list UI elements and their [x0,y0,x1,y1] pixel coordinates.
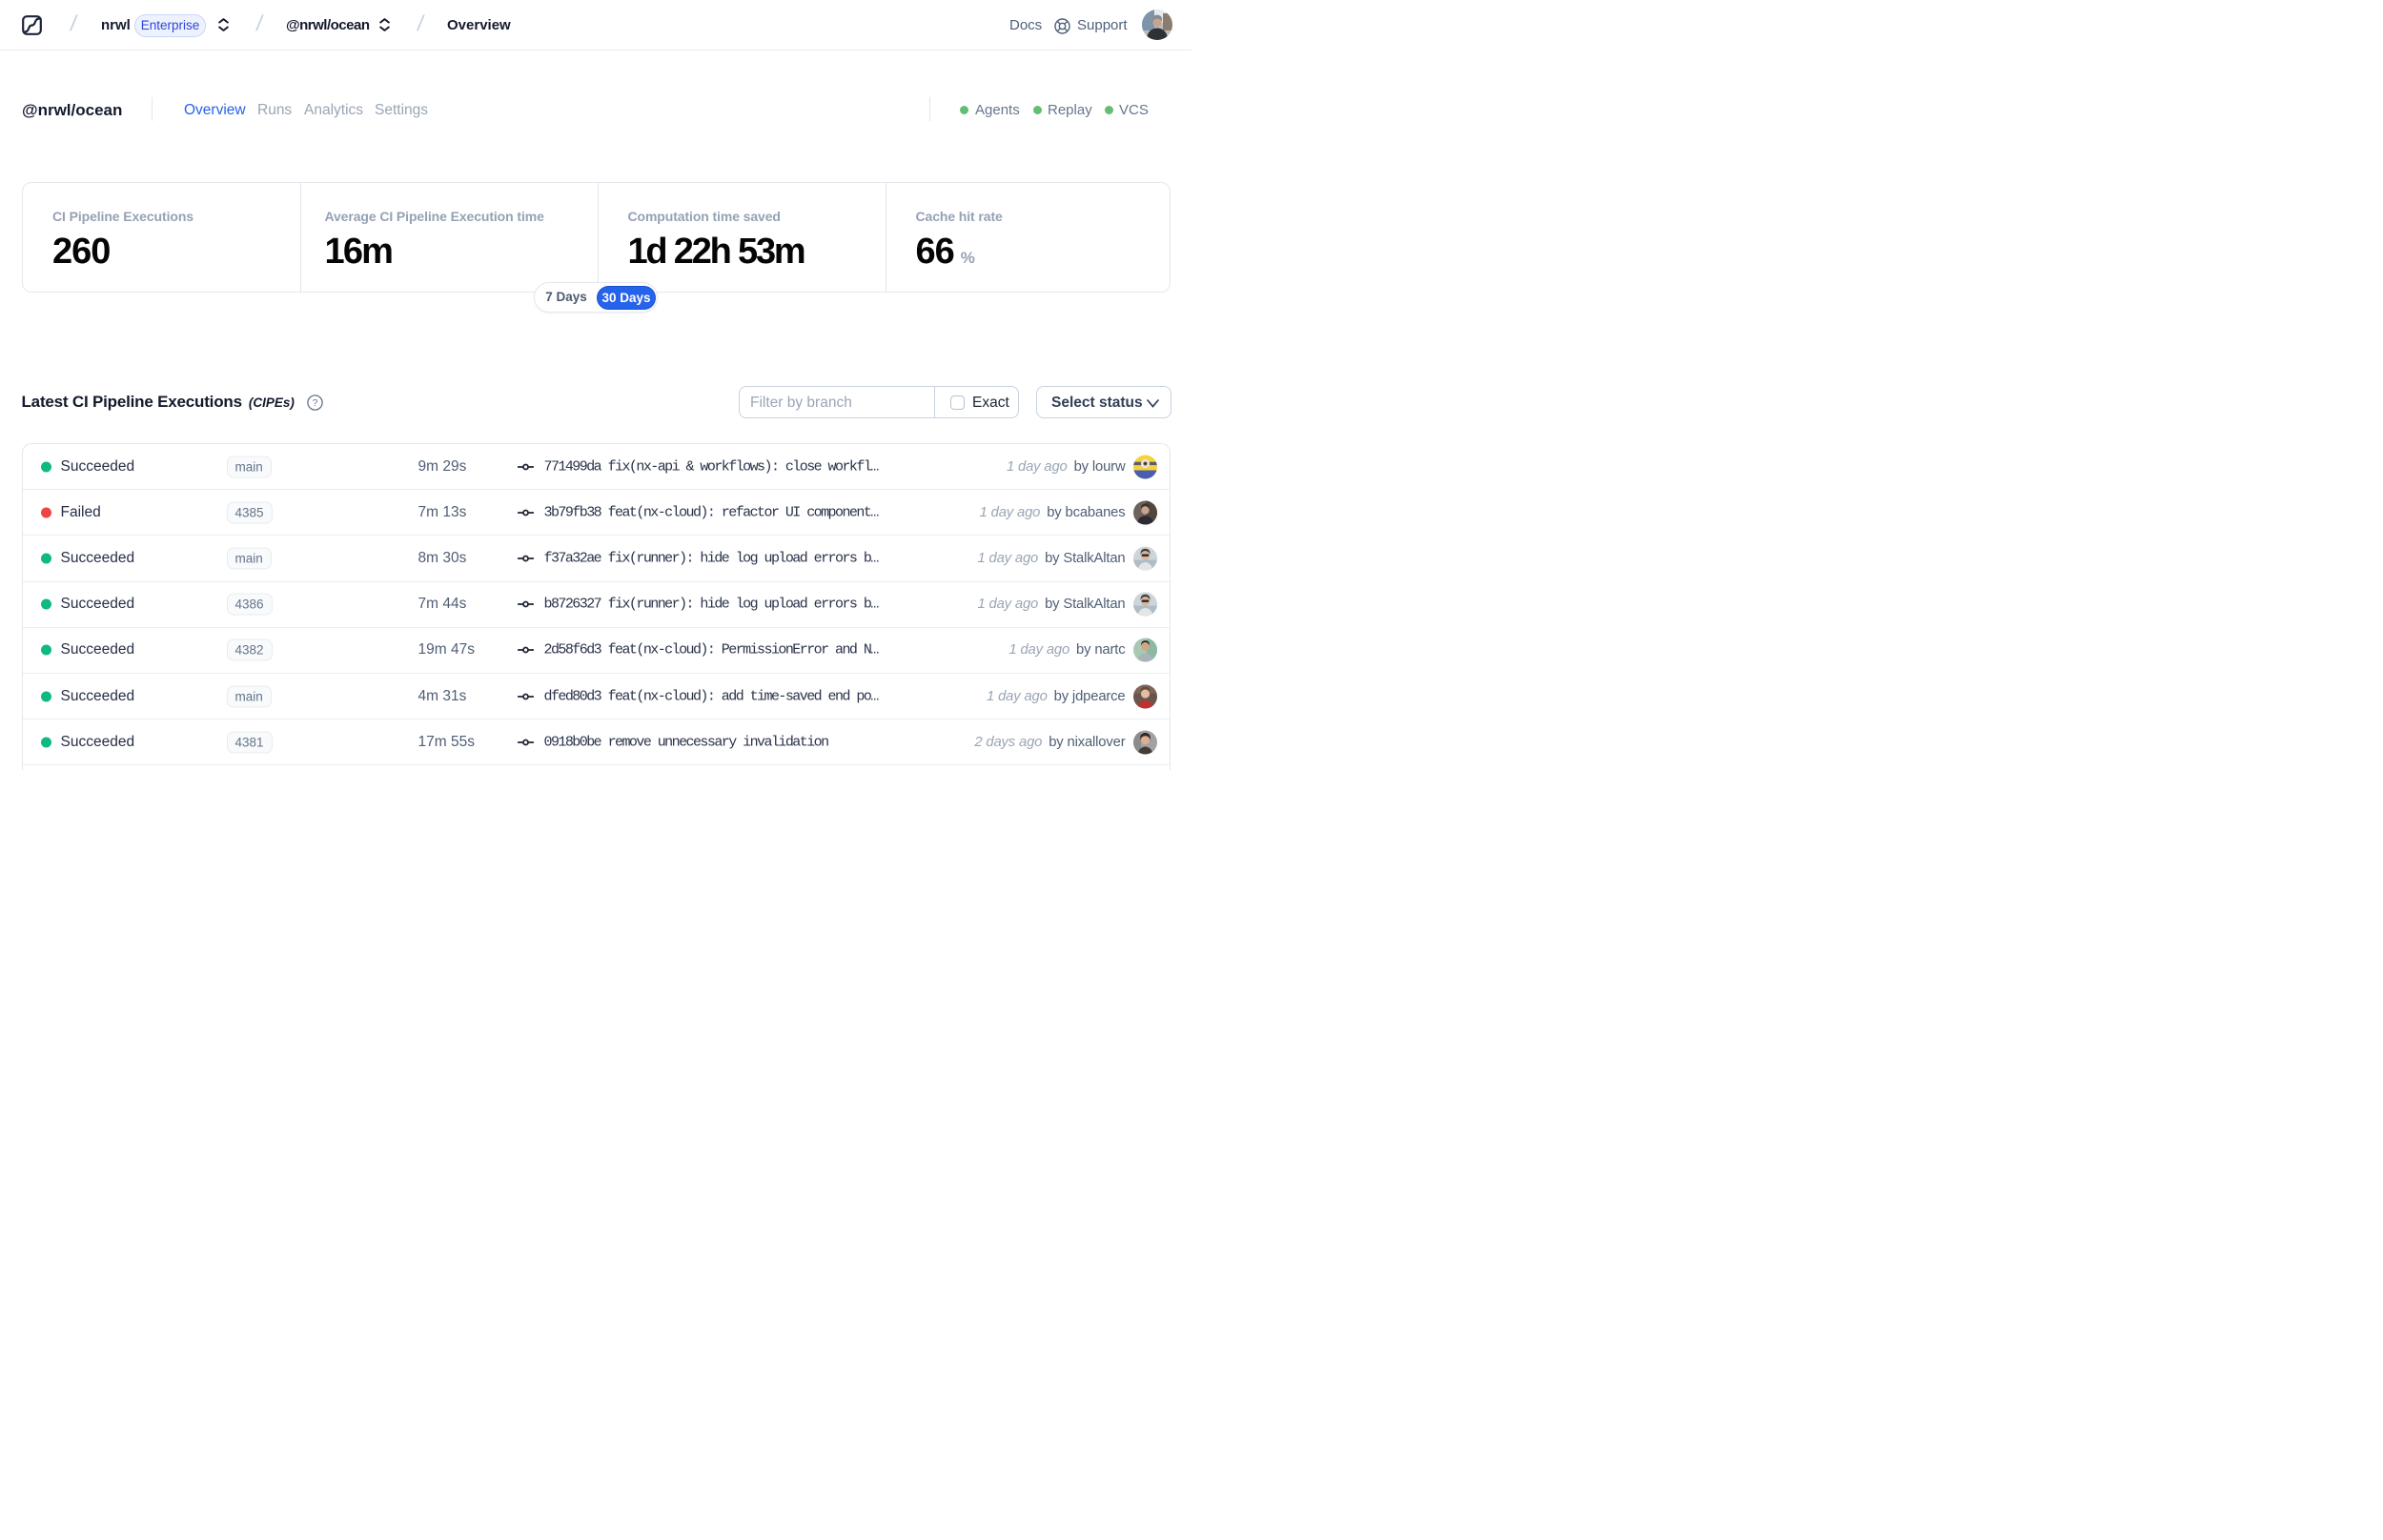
svg-text:?: ? [313,398,318,409]
